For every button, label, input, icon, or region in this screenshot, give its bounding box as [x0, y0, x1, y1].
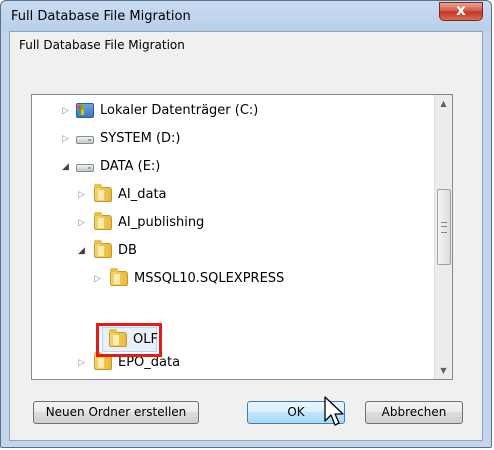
expand-arrow-icon[interactable]: ▷ — [78, 351, 85, 375]
tree-item-label: DATA (E:) — [100, 159, 161, 174]
tree-item-label: AI_publishing — [118, 215, 205, 230]
tree-item-label: SYSTEM (D:) — [100, 131, 181, 146]
close-icon: x — [456, 1, 466, 19]
window-title: Full Database File Migration — [11, 9, 191, 24]
tree-item-label: AI_data — [118, 187, 167, 202]
new-folder-button[interactable]: Neuen Ordner erstellen — [33, 401, 199, 424]
mouse-cursor-icon — [324, 396, 344, 426]
folder-icon — [94, 184, 112, 202]
dialog-window: Full Database File Migration x Full Data… — [0, 0, 492, 448]
tree-item-label: MSSQL10.SQLEXPRESS — [134, 271, 285, 286]
collapse-arrow-icon[interactable]: ◢ — [78, 239, 85, 263]
folder-icon — [94, 212, 112, 230]
expand-arrow-icon[interactable]: ▷ — [62, 127, 69, 151]
grip-icon — [441, 222, 447, 233]
scroll-down-icon[interactable]: ▼ — [435, 362, 452, 379]
collapse-arrow-icon[interactable]: ◢ — [62, 155, 69, 179]
expand-arrow-icon[interactable]: ▷ — [78, 211, 85, 235]
tree-item-label: DB — [118, 243, 137, 258]
dialog-description: Full Database File Migration — [19, 38, 185, 52]
title-bar[interactable]: Full Database File Migration x — [1, 1, 491, 31]
selection-highlight-box — [96, 323, 162, 357]
cancel-button[interactable]: Abbrechen — [365, 401, 463, 424]
system-drive-icon — [76, 103, 94, 118]
folder-icon — [94, 352, 112, 370]
drive-icon — [76, 136, 94, 144]
folder-tree[interactable]: ▷ Lokaler Datenträger (C:) ▷ SYSTEM (D:)… — [31, 94, 453, 380]
close-button[interactable]: x — [439, 1, 483, 21]
tree-item-label: Lokaler Datenträger (C:) — [100, 103, 259, 118]
tree-scrollbar[interactable]: ▲ ▼ — [434, 95, 452, 379]
expand-arrow-icon[interactable]: ▷ — [94, 267, 101, 291]
expand-arrow-icon[interactable]: ▷ — [62, 99, 69, 123]
expand-arrow-icon[interactable]: ▷ — [78, 183, 85, 207]
folder-icon — [94, 240, 112, 258]
drive-icon — [76, 164, 94, 172]
scrollbar-thumb[interactable] — [437, 189, 451, 265]
scroll-up-icon[interactable]: ▲ — [435, 95, 452, 112]
folder-icon — [110, 268, 128, 286]
